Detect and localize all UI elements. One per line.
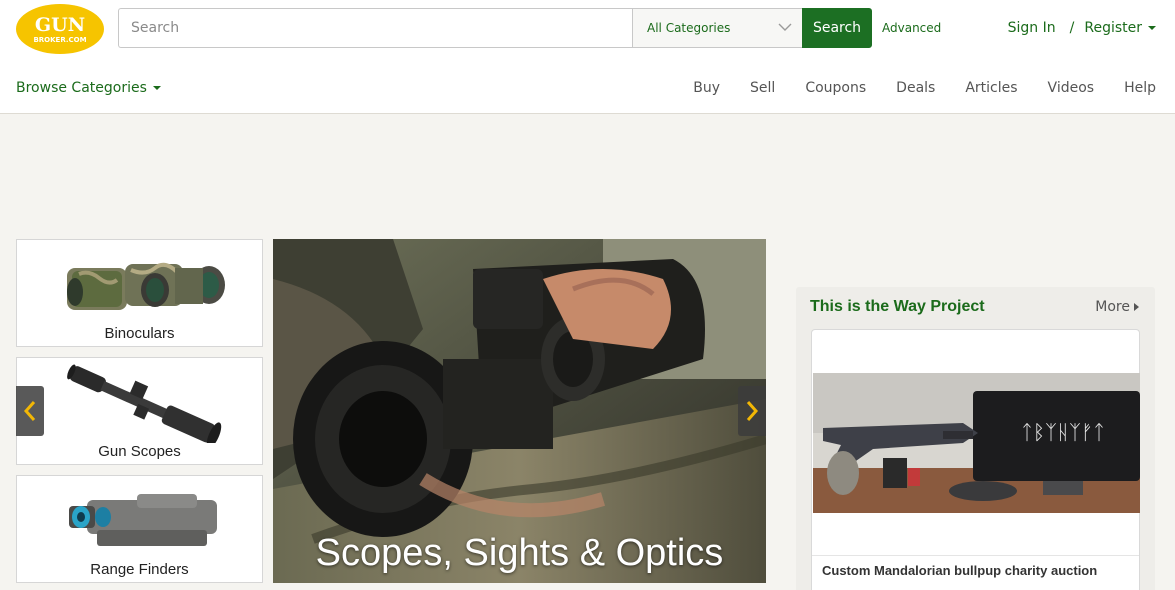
nav-item-buy[interactable]: Buy (693, 80, 720, 96)
chevron-left-icon (23, 401, 36, 421)
category-select[interactable]: All Categories (632, 8, 802, 48)
browse-categories-menu[interactable]: Browse Categories (16, 80, 161, 96)
chevron-down-icon (778, 21, 792, 35)
carousel-prev-button[interactable] (16, 386, 44, 436)
svg-text:ᛏᛒᛉᚺᛉᚠᛏ: ᛏᛒᛉᚺᛉᚠᛏ (1021, 420, 1105, 444)
featured-card-image: ᛏᛒᛉᚺᛉᚠᛏ (813, 373, 1140, 513)
more-label: More (1095, 299, 1130, 315)
nav-item-deals[interactable]: Deals (896, 80, 935, 96)
nav-item-help[interactable]: Help (1124, 80, 1156, 96)
featured-title[interactable]: This is the Way Project (810, 298, 985, 316)
category-tile-binoculars[interactable]: Binoculars (16, 239, 263, 347)
rifle-scope-icon (17, 358, 262, 449)
register-label: Register (1084, 20, 1142, 36)
hero-caption: Scopes, Sights & Optics (315, 532, 724, 574)
featured-panel: This is the Way Project More ᛏᛒᛉᚺᛉᚠᛏ Cus… (796, 287, 1155, 590)
account-links: Sign In / Register (1008, 20, 1156, 36)
main-nav: Buy Sell Coupons Deals Articles Videos H… (663, 80, 1156, 96)
account-separator: / (1069, 20, 1075, 36)
caret-down-icon (1148, 26, 1156, 30)
browse-categories-label: Browse Categories (16, 80, 147, 96)
nav-item-coupons[interactable]: Coupons (805, 80, 866, 96)
binoculars-icon (17, 240, 262, 325)
featured-card-caption[interactable]: Custom Mandalorian bullpup charity aucti… (822, 563, 1097, 578)
nav-item-articles[interactable]: Articles (965, 80, 1017, 96)
category-label: Range Finders (90, 561, 189, 578)
more-link[interactable]: More (1095, 299, 1139, 315)
range-finder-icon (17, 476, 262, 561)
nav-item-sell[interactable]: Sell (750, 80, 775, 96)
logo-text-gun: GUN (35, 14, 85, 36)
search-bar: All Categories Search (118, 8, 872, 48)
gunbroker-logo[interactable]: GUN BROKER.COM (16, 4, 104, 54)
category-tile-gun-scopes[interactable]: Gun Scopes (16, 357, 263, 465)
search-input[interactable] (118, 8, 632, 48)
logo-text-broker: BROKER.COM (33, 36, 86, 44)
caret-right-icon (1134, 303, 1139, 311)
carousel-next-button[interactable] (738, 386, 766, 436)
featured-card[interactable]: ᛏᛒᛉᚺᛉᚠᛏ Custom Mandalorian bullpup chari… (811, 329, 1140, 590)
category-label: Binoculars (104, 325, 175, 342)
caret-down-icon (152, 86, 161, 90)
hero-banner[interactable]: Scopes, Sights & Optics (273, 239, 766, 583)
sign-in-link[interactable]: Sign In (1008, 20, 1056, 36)
chevron-right-icon (746, 401, 759, 421)
category-select-value: All Categories (647, 21, 731, 35)
category-tile-range-finders[interactable]: Range Finders (16, 475, 263, 583)
category-label: Gun Scopes (98, 443, 181, 460)
card-divider (812, 555, 1139, 556)
search-button[interactable]: Search (802, 8, 872, 48)
register-link[interactable]: Register (1084, 20, 1156, 36)
site-header: GUN BROKER.COM All Categories Search Adv… (0, 0, 1175, 114)
nav-item-videos[interactable]: Videos (1048, 80, 1095, 96)
advanced-search-link[interactable]: Advanced (882, 21, 941, 35)
